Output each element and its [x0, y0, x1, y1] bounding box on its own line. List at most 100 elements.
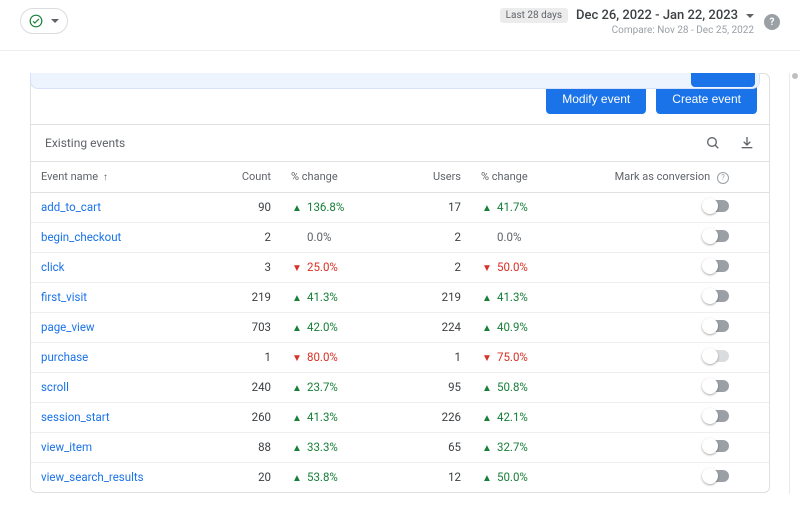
conversion-toggle[interactable]	[703, 410, 729, 422]
table-row: view_item8833.3%6532.7%	[31, 432, 769, 462]
conversion-toggle[interactable]	[703, 440, 729, 452]
toggle-knob	[702, 318, 718, 334]
help-icon[interactable]: ?	[717, 172, 729, 184]
arrow-up-icon	[291, 413, 303, 424]
status-pill[interactable]	[20, 8, 68, 34]
pct-value: 41.3%	[307, 410, 338, 424]
table-header-row: Event name ↑ Count % change Users % chan…	[31, 162, 769, 193]
change2-cell: 42.1%	[471, 402, 571, 432]
count-cell: 2	[221, 222, 281, 252]
scroll-thumb[interactable]	[792, 73, 798, 79]
count-cell: 3	[221, 252, 281, 282]
col-conversion: Mark as conversion ?	[571, 162, 769, 193]
sort-arrow-up-icon: ↑	[103, 172, 108, 183]
download-icon[interactable]	[739, 135, 755, 151]
toggle-knob	[702, 288, 718, 304]
event-name-link[interactable]: click	[41, 260, 64, 274]
vertical-scrollbar[interactable]	[789, 73, 800, 494]
table-row: first_visit21941.3%21941.3%	[31, 282, 769, 312]
arrow-down-icon	[291, 263, 303, 274]
pct-value: 42.1%	[497, 410, 528, 424]
arrow-down-icon	[481, 353, 493, 364]
search-icon[interactable]	[705, 135, 721, 151]
pct-value: 0.0%	[497, 230, 521, 244]
change2-cell: 41.7%	[471, 192, 571, 222]
pct-value: 25.0%	[307, 260, 338, 274]
conversion-toggle[interactable]	[703, 230, 729, 242]
arrow-up-icon	[481, 413, 493, 424]
help-icon[interactable]: ?	[764, 14, 780, 30]
table-row: click 3 25.0% 2 50.0%	[31, 252, 769, 282]
conversion-toggle[interactable]	[703, 200, 729, 212]
event-name-link[interactable]: begin_checkout	[41, 230, 121, 244]
change1-cell: 23.7%	[281, 372, 381, 402]
date-range-picker[interactable]: Dec 26, 2022 - Jan 22, 2023	[576, 8, 754, 23]
col-change-1[interactable]: % change	[281, 162, 381, 193]
change1-cell: 53.8%	[281, 462, 381, 492]
change2-cell: 50.0%	[471, 462, 571, 492]
check-circle-icon	[29, 14, 43, 28]
date-row: Last 28 days Dec 26, 2022 - Jan 22, 2023	[500, 8, 754, 23]
conversion-toggle[interactable]	[703, 290, 729, 302]
event-name-link[interactable]: page_view	[41, 320, 95, 334]
users-cell: 226	[381, 402, 471, 432]
pct-value: 23.7%	[307, 380, 338, 394]
change2-cell: 32.7%	[471, 432, 571, 462]
change1-cell: 136.8%	[281, 192, 381, 222]
event-name-link[interactable]: view_item	[41, 440, 92, 454]
arrow-up-icon	[291, 323, 303, 334]
event-name-link[interactable]: session_start	[41, 410, 110, 424]
toggle-knob	[702, 408, 718, 424]
event-name-link[interactable]: purchase	[41, 350, 88, 364]
change2-cell: 50.0%	[471, 252, 571, 282]
col-event-name[interactable]: Event name ↑	[31, 162, 221, 193]
table-row: scroll24023.7%9550.8%	[31, 372, 769, 402]
event-name-link[interactable]: view_search_results	[41, 470, 144, 484]
arrow-up-icon	[481, 323, 493, 334]
change2-cell: 41.3%	[471, 282, 571, 312]
col-users[interactable]: Users	[381, 162, 471, 193]
arrow-up-icon	[481, 443, 493, 454]
col-count[interactable]: Count	[221, 162, 281, 193]
conversion-toggle[interactable]	[703, 260, 729, 272]
count-cell: 703	[221, 312, 281, 342]
event-name-link[interactable]: scroll	[41, 380, 69, 394]
count-cell: 240	[221, 372, 281, 402]
arrow-up-icon	[481, 383, 493, 394]
toggle-knob	[702, 348, 718, 364]
conversion-toggle[interactable]	[703, 320, 729, 332]
users-cell: 2	[381, 252, 471, 282]
change1-cell: 0.0%	[281, 222, 381, 252]
table-row: session_start 260 41.3% 226 42.1%	[31, 402, 769, 432]
toggle-knob	[702, 468, 718, 484]
arrow-up-icon	[291, 473, 303, 484]
table-row: add_to_cart90136.8%1741.7%	[31, 192, 769, 222]
pct-value: 41.3%	[307, 290, 338, 304]
arrow-up-icon	[291, 383, 303, 394]
pct-value: 136.8%	[307, 200, 344, 214]
date-compare-text: Compare: Nov 28 - Dec 25, 2022	[612, 25, 754, 36]
toggle-knob	[702, 228, 718, 244]
change1-cell: 41.3%	[281, 402, 381, 432]
pct-value: 40.9%	[497, 320, 528, 334]
pct-value: 53.8%	[307, 470, 338, 484]
pct-value: 50.0%	[497, 260, 528, 274]
count-cell: 1	[221, 342, 281, 372]
conversion-toggle[interactable]	[703, 380, 729, 392]
col-change-2[interactable]: % change	[471, 162, 571, 193]
count-cell: 260	[221, 402, 281, 432]
top-right: Last 28 days Dec 26, 2022 - Jan 22, 2023…	[500, 8, 780, 36]
arrow-up-icon	[291, 293, 303, 304]
users-cell: 65	[381, 432, 471, 462]
pct-value: 0.0%	[307, 230, 331, 244]
conversion-toggle[interactable]	[703, 470, 729, 482]
toggle-knob	[702, 438, 718, 454]
event-name-link[interactable]: add_to_cart	[41, 200, 101, 214]
top-bar: Last 28 days Dec 26, 2022 - Jan 22, 2023…	[0, 0, 800, 51]
chevron-down-icon	[746, 14, 754, 18]
arrow-up-icon	[291, 203, 303, 214]
event-name-link[interactable]: first_visit	[41, 290, 87, 304]
table-row: view_search_results2053.8%1250.0%	[31, 462, 769, 492]
conversion-toggle	[703, 350, 729, 362]
users-cell: 224	[381, 312, 471, 342]
